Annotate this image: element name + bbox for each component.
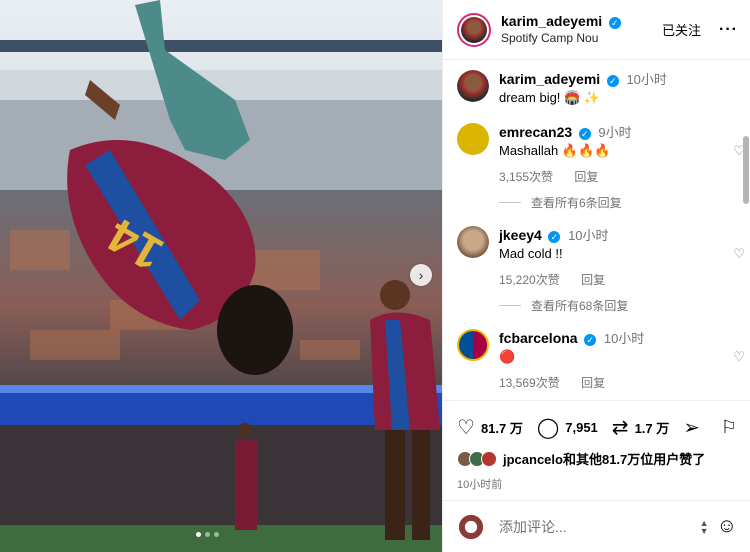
verified-badge-icon: ✓ <box>548 230 561 243</box>
view-replies-button[interactable]: 查看所有68条回复 <box>499 297 628 314</box>
add-comment-bar: 添加评论... ▲ ▼ ☺ <box>443 500 750 552</box>
liked-by[interactable]: jpcancelo和其他81.7万位用户赞了 <box>457 449 737 468</box>
emoji-icon[interactable]: ☺ <box>717 515 737 538</box>
comment-text: Mashallah 🔥🔥🔥 <box>499 143 611 158</box>
commenter-username[interactable]: fcbarcelona <box>499 330 578 346</box>
comments-scrollbar[interactable] <box>743 136 749 204</box>
comment-time: 10小时 <box>568 228 609 243</box>
comments-list[interactable]: karim_adeyemi ✓ 10小时 dream big! 🏟️ ✨ emr… <box>443 61 750 399</box>
post-location[interactable]: Spotify Camp Nou <box>501 30 621 46</box>
commenter-avatar[interactable] <box>457 226 489 258</box>
liker-avatar <box>481 450 497 467</box>
post-details-panel: karim_adeyemi ✓ Spotify Camp Nou 已关注 ···… <box>442 0 750 552</box>
scroll-arrows-icon[interactable]: ▲ ▼ <box>700 518 709 535</box>
author-avatar[interactable] <box>457 12 491 47</box>
share-button[interactable]: ➢ <box>683 415 706 440</box>
comment-text: Mad cold !! <box>499 246 563 261</box>
next-photo-button[interactable]: › <box>410 264 432 286</box>
repost-icon: ⇄ <box>611 416 629 439</box>
carousel-dots <box>196 532 219 537</box>
liked-by-text: jpcancelo和其他81.7万位用户赞了 <box>503 452 706 467</box>
comment-likes[interactable]: 13,569次赞 <box>499 376 560 390</box>
verified-badge-icon: ✓ <box>608 16 621 29</box>
post-actions: ♡ 81.7 万 ◯ 7,951 ⇄ 1.7 万 ➢ ⚐ jpcancelo和其… <box>443 400 750 492</box>
commenter-avatar[interactable] <box>457 329 489 361</box>
carousel-dot <box>214 532 219 537</box>
comment-item: emrecan23 ✓ 9小时 Mashallah 🔥🔥🔥 3,155次赞 回复… <box>457 123 745 186</box>
view-replies-button[interactable]: 查看所有6条回复 <box>499 194 622 211</box>
commenter-username[interactable]: emrecan23 <box>499 124 572 140</box>
verified-badge-icon: ✓ <box>606 74 619 87</box>
reply-button[interactable]: 回复 <box>574 170 598 184</box>
reply-button[interactable]: 回复 <box>581 376 605 390</box>
share-icon: ➢ <box>683 416 701 439</box>
caption: karim_adeyemi ✓ 10小时 dream big! 🏟️ ✨ <box>457 70 727 107</box>
comment-time: 10小时 <box>603 331 645 346</box>
view-replies-label: 查看所有6条回复 <box>531 196 622 210</box>
caption-time: 10小时 <box>626 72 667 87</box>
view-replies-label: 查看所有68条回复 <box>531 299 629 313</box>
chevron-right-icon: › <box>418 267 424 283</box>
caption-author[interactable]: karim_adeyemi <box>499 71 600 87</box>
carousel-dot <box>205 532 210 537</box>
comment-likes[interactable]: 15,220次赞 <box>499 273 560 287</box>
comment-count: 7,951 <box>565 419 598 435</box>
comment-likes[interactable]: 3,155次赞 <box>499 170 553 184</box>
verified-badge-icon: ✓ <box>584 333 597 346</box>
caption-text: dream big! 🏟️ ✨ <box>499 90 601 105</box>
repost-count: 1.7 万 <box>634 420 670 436</box>
like-count: 81.7 万 <box>480 420 523 436</box>
comment-icon: ◯ <box>536 416 560 439</box>
commenter-avatar[interactable] <box>457 123 489 155</box>
comment-time: 9小时 <box>598 125 632 140</box>
comment-item: jkeey4 ✓ 10小时 Mad cold !! 15,220次赞 回复 ♡ <box>457 226 745 289</box>
reply-button[interactable]: 回复 <box>581 273 605 287</box>
comment-input[interactable]: 添加评论... <box>499 517 567 537</box>
heart-icon: ♡ <box>457 416 475 439</box>
bookmark-icon[interactable]: ⚐ <box>721 417 737 438</box>
comment-like-heart-icon[interactable]: ♡ <box>733 349 745 365</box>
following-status[interactable]: 已关注 <box>662 20 701 39</box>
photo-illustration: 14 <box>0 0 442 552</box>
comment-item: fcbarcelona ✓ 10小时 🔴 13,569次赞 回复 ♡ <box>457 329 745 392</box>
commenter-username[interactable]: jkeey4 <box>499 227 542 243</box>
comment-like-heart-icon[interactable]: ♡ <box>733 246 745 262</box>
repost-button[interactable]: ⇄ 1.7 万 <box>612 415 669 440</box>
like-button[interactable]: ♡ 81.7 万 <box>457 415 523 440</box>
current-user-avatar <box>457 512 485 541</box>
author-avatar[interactable] <box>457 70 489 102</box>
more-options-icon[interactable]: ··· <box>719 21 738 39</box>
post-photo[interactable]: 14 › <box>0 0 442 552</box>
carousel-dot <box>196 532 201 537</box>
post-header: karim_adeyemi ✓ Spotify Camp Nou 已关注 ··· <box>443 0 750 60</box>
verified-badge-icon: ✓ <box>578 127 591 140</box>
comment-button[interactable]: ◯ 7,951 <box>537 415 598 440</box>
comment-text: 🔴 <box>499 349 516 364</box>
author-username[interactable]: karim_adeyemi <box>501 13 602 29</box>
post-time[interactable]: 10小时前 <box>457 476 737 492</box>
